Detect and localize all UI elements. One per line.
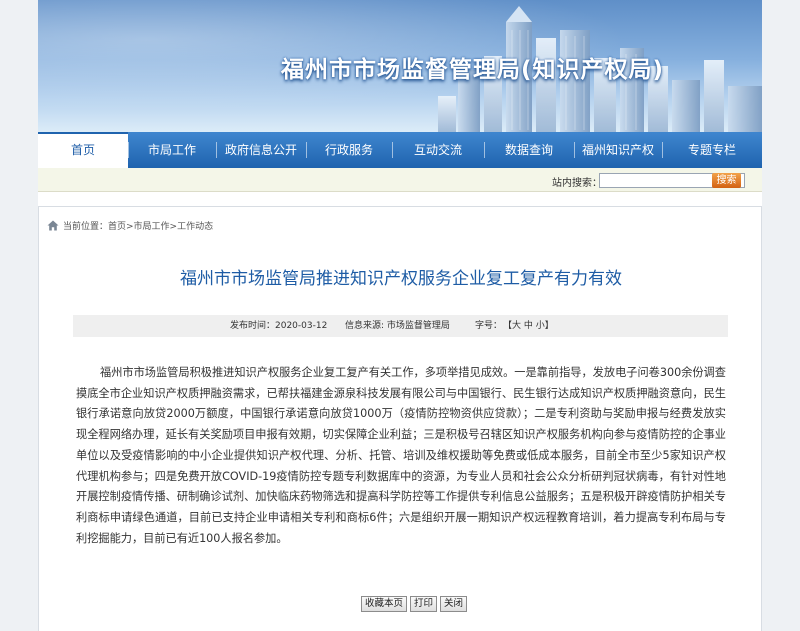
article-card: 当前位置：首页>市局工作>工作动态 福州市市场监管局推进知识产权服务企业复工复产… <box>38 206 762 631</box>
site-title: 福州市市场监督管理局(知识产权局) <box>281 50 664 84</box>
nav-item-home[interactable]: 首页 <box>38 132 128 168</box>
search-bar: 站内搜索： 搜索 <box>38 168 762 192</box>
font-size-options[interactable]: 【大 中 小】 <box>503 315 554 337</box>
home-icon <box>47 220 59 231</box>
nav-item-admin-service[interactable]: 行政服务 <box>306 132 392 168</box>
print-button[interactable]: 打印 <box>410 596 437 612</box>
nav-item-bureau-work[interactable]: 市局工作 <box>128 132 216 168</box>
article-title: 福州市市场监管局推进知识产权服务企业复工复产有力有效 <box>39 264 763 289</box>
nav-item-special-topics[interactable]: 专题专栏 <box>662 132 762 168</box>
font-size-label: 字号： <box>475 315 502 337</box>
article-meta: 发布时间：2020-03-12 信息来源: 市场监督管理局 字号： 【大 中 小… <box>73 315 728 337</box>
main-nav: 首页 市局工作 政府信息公开 行政服务 互动交流 数据查询 福州知识产权 专题专… <box>38 132 762 168</box>
close-button[interactable]: 关闭 <box>440 596 467 612</box>
search-button[interactable]: 搜索 <box>712 173 741 188</box>
search-label: 站内搜索： <box>552 174 602 189</box>
page-wrapper: 福州市市场监督管理局(知识产权局) 首页 市局工作 政府信息公开 行政服务 互动… <box>38 0 762 631</box>
header-banner: 福州市市场监督管理局(知识产权局) <box>38 0 762 132</box>
nav-item-gov-info[interactable]: 政府信息公开 <box>216 132 306 168</box>
info-source: 信息来源: 市场监督管理局 <box>345 315 450 337</box>
publish-time: 发布时间：2020-03-12 <box>230 315 327 337</box>
favorite-button[interactable]: 收藏本页 <box>361 596 407 612</box>
nav-item-fuzhou-ip[interactable]: 福州知识产权 <box>574 132 662 168</box>
nav-item-data-query[interactable]: 数据查询 <box>484 132 574 168</box>
article-body: 福州市市场监管局积极推进知识产权服务企业复工复产有关工作，多项举措见成效。一是靠… <box>76 363 726 549</box>
breadcrumb-text[interactable]: 当前位置：首页>市局工作>工作动态 <box>63 219 213 232</box>
breadcrumb: 当前位置：首页>市局工作>工作动态 <box>47 219 213 232</box>
article-actions: 收藏本页 打印 关闭 <box>361 596 467 612</box>
nav-item-interaction[interactable]: 互动交流 <box>392 132 484 168</box>
